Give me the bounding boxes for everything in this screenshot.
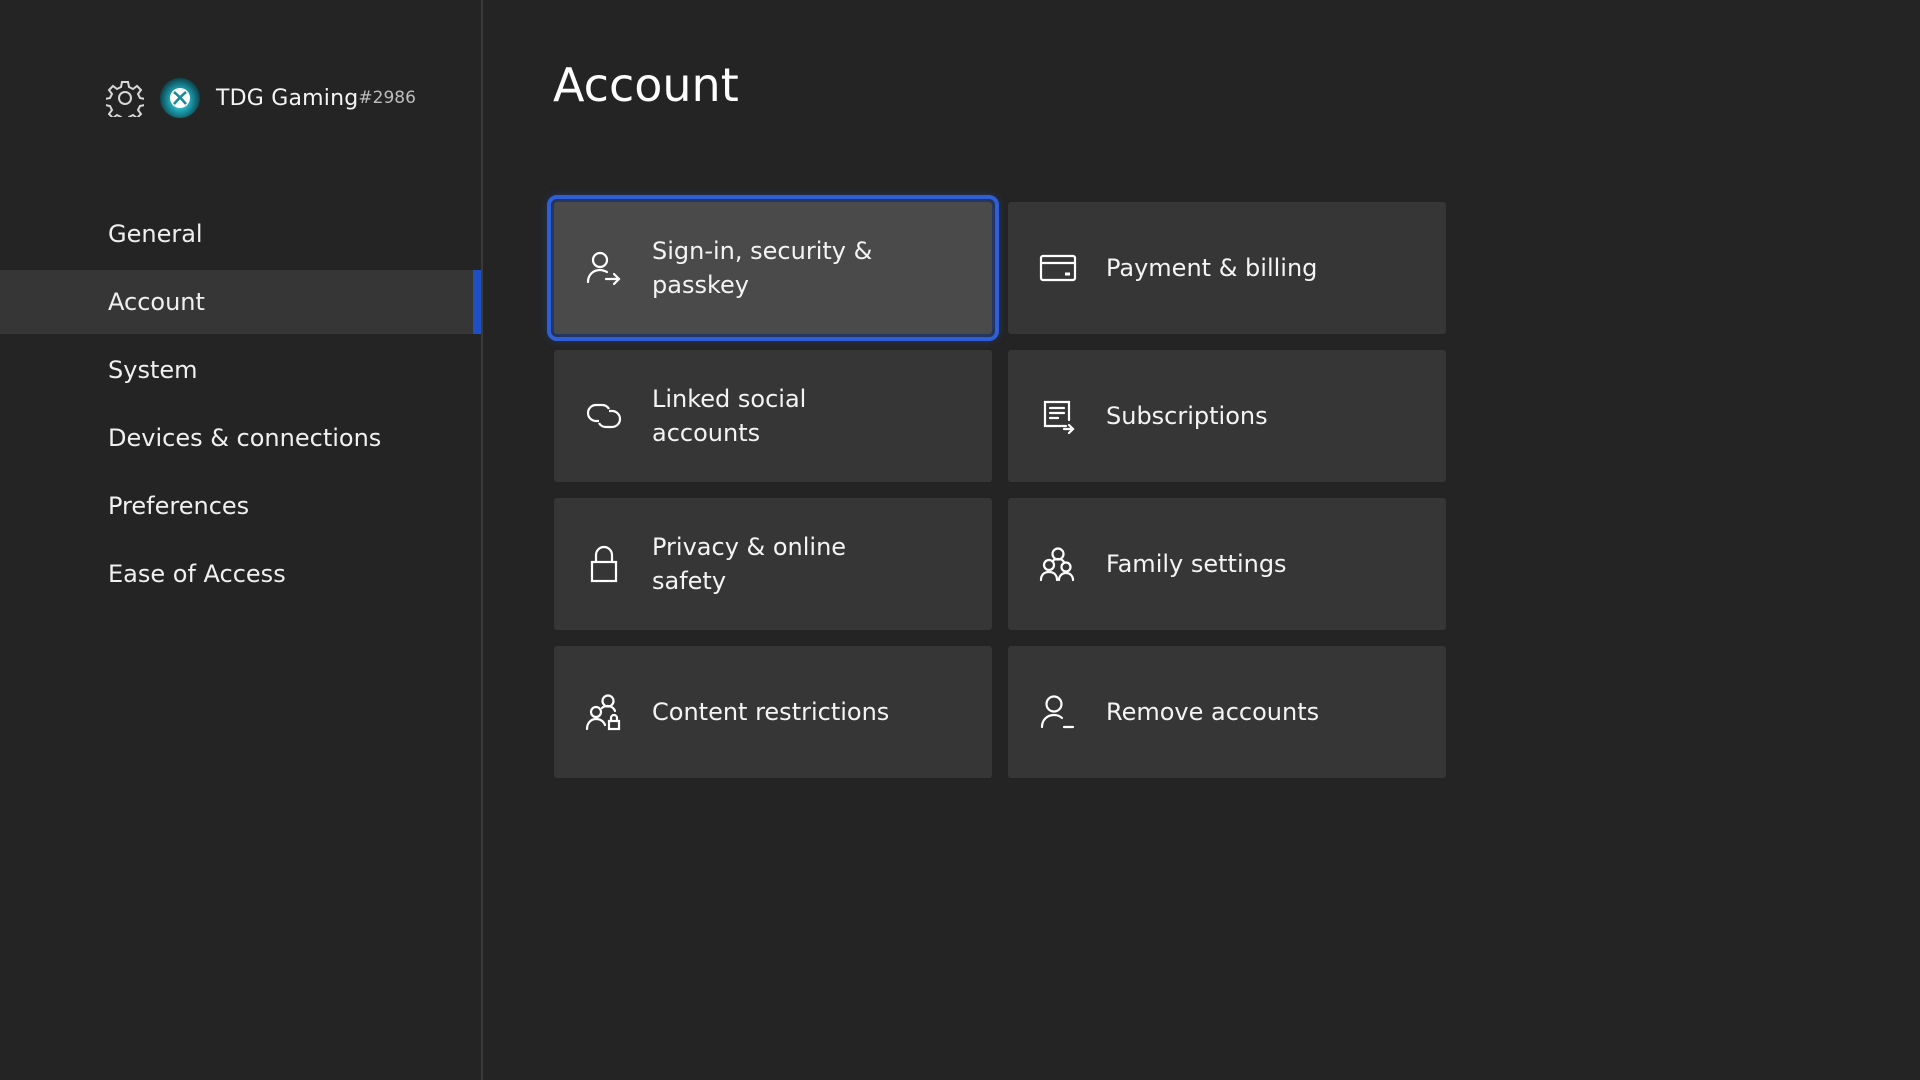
- sidebar-item-preferences[interactable]: Preferences: [0, 474, 481, 538]
- tile-label: Subscriptions: [1106, 402, 1268, 430]
- credit-card-icon: [1038, 248, 1078, 288]
- family-icon: [1038, 544, 1078, 584]
- gamertag-suffix: #2986: [358, 88, 416, 108]
- sidebar-item-account[interactable]: Account: [0, 270, 481, 334]
- gear-icon[interactable]: [106, 79, 144, 117]
- sidebar-item-label: Devices & connections: [108, 424, 382, 452]
- sidebar-item-ease-of-access[interactable]: Ease of Access: [0, 542, 481, 606]
- person-remove-icon: [1038, 692, 1078, 732]
- tile-content-restrictions[interactable]: Content restrictions: [554, 646, 992, 778]
- lock-icon: [584, 544, 624, 584]
- tile-family-settings[interactable]: Family settings: [1008, 498, 1446, 630]
- tile-subscriptions[interactable]: Subscriptions: [1008, 350, 1446, 482]
- tile-label: Linked social accounts: [652, 385, 807, 447]
- account-tiles-grid: Sign-in, security & passkey Payment & bi…: [547, 195, 1446, 778]
- tile-label: Family settings: [1106, 550, 1287, 578]
- tile-remove-accounts[interactable]: Remove accounts: [1008, 646, 1446, 778]
- tile-label: Sign-in, security & passkey: [652, 237, 873, 299]
- sidebar-item-general[interactable]: General: [0, 202, 481, 266]
- tile-label: Payment & billing: [1106, 254, 1318, 282]
- tile-label: Content restrictions: [652, 698, 890, 726]
- tile-privacy-online-safety[interactable]: Privacy & online safety: [554, 498, 992, 630]
- page-title: Account: [553, 58, 739, 112]
- sidebar-item-label: General: [108, 220, 203, 248]
- avatar[interactable]: [160, 78, 200, 118]
- sidebar: TDG Gaming #2986 General Account System D…: [0, 0, 483, 1080]
- sidebar-item-label: Preferences: [108, 492, 250, 520]
- profile-header: TDG Gaming #2986: [106, 78, 416, 118]
- tile-sign-in-security-passkey[interactable]: Sign-in, security & passkey: [547, 195, 999, 341]
- sidebar-item-label: System: [108, 356, 198, 384]
- tile-payment-billing[interactable]: Payment & billing: [1008, 202, 1446, 334]
- selection-indicator: [473, 270, 481, 334]
- sidebar-item-label: Ease of Access: [108, 560, 286, 588]
- sidebar-item-devices-connections[interactable]: Devices & connections: [0, 406, 481, 470]
- tile-label: Privacy & online safety: [652, 533, 847, 595]
- link-icon: [584, 396, 624, 436]
- sidebar-nav: General Account System Devices & connect…: [0, 202, 481, 610]
- xbox-logo-icon: [170, 88, 190, 108]
- tile-linked-social-accounts[interactable]: Linked social accounts: [554, 350, 992, 482]
- tile-label: Remove accounts: [1106, 698, 1320, 726]
- sidebar-item-label: Account: [108, 288, 205, 316]
- gamertag: TDG Gaming: [216, 85, 359, 111]
- subscription-icon: [1038, 396, 1078, 436]
- person-arrow-icon: [584, 248, 624, 288]
- people-lock-icon: [584, 692, 624, 732]
- sidebar-item-system[interactable]: System: [0, 338, 481, 402]
